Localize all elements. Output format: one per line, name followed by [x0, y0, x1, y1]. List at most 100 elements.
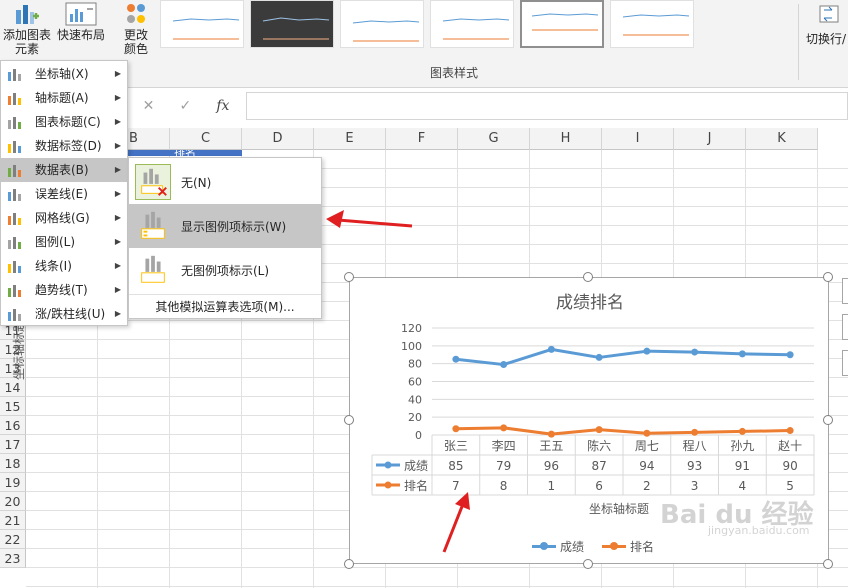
resize-handle[interactable]: [583, 559, 593, 569]
column-header[interactable]: D: [242, 128, 314, 150]
legend-item: 成绩: [532, 538, 584, 555]
formula-input[interactable]: [246, 92, 848, 120]
resize-handle[interactable]: [344, 272, 354, 282]
insert-function-icon[interactable]: fx: [216, 98, 229, 114]
data-table-value: 93: [687, 459, 702, 473]
chart-style-thumb[interactable]: [610, 0, 694, 48]
row-header[interactable]: 14: [0, 378, 26, 397]
y-axis-title[interactable]: 坐标轴标题: [10, 320, 27, 380]
data-table-legend-keys-icon: [141, 211, 165, 239]
resize-handle[interactable]: [583, 272, 593, 282]
chart-style-thumb[interactable]: [430, 0, 514, 48]
data-point: [738, 427, 746, 435]
trendline-icon: [8, 285, 21, 297]
gridlines-icon: [8, 213, 21, 225]
y-tick-label: 40: [408, 393, 422, 406]
x-axis-title[interactable]: 坐标轴标题: [589, 500, 649, 517]
data-point: [452, 425, 460, 433]
data-table-value: 5: [786, 479, 794, 493]
y-tick-label: 20: [408, 411, 422, 424]
menu-item-data-labels[interactable]: 数据标签(D) ▶: [1, 134, 127, 158]
chart-styles-button[interactable]: [842, 314, 848, 340]
chart-style-thumb[interactable]: [340, 0, 424, 48]
data-table-submenu: 无(N) 显示图例项标示(W) 无图例项标示(L) 其他模拟运算表选项(M)..…: [128, 157, 322, 319]
column-header[interactable]: H: [530, 128, 602, 150]
data-table-none-option[interactable]: 无(N): [129, 160, 321, 204]
chart-style-thumb[interactable]: [160, 0, 244, 48]
add-chart-element-button[interactable]: 添加图表 元素: [0, 0, 54, 60]
data-table-series-name: 排名: [404, 478, 428, 493]
resize-handle[interactable]: [823, 415, 833, 425]
cell-c-header[interactable]: 排名: [128, 150, 242, 156]
row-header[interactable]: 23: [0, 549, 26, 568]
submenu-arrow-icon: ▶: [114, 189, 121, 198]
row-header[interactable]: 19: [0, 473, 26, 492]
more-data-table-options[interactable]: 其他模拟运算表选项(M)...: [129, 294, 321, 318]
data-table-value: 85: [448, 459, 463, 473]
chart-filters-button[interactable]: [842, 350, 848, 376]
data-table-with-legend-keys-option[interactable]: 显示图例项标示(W): [129, 204, 321, 248]
data-point: [500, 361, 508, 369]
change-colors-button[interactable]: 更改 颜色: [114, 0, 158, 60]
add-chart-element-icon: [16, 5, 39, 24]
row-header[interactable]: 17: [0, 435, 26, 454]
chart-elements-button[interactable]: [842, 278, 848, 304]
data-point: [452, 355, 460, 363]
category-label: 李四: [492, 438, 516, 453]
row-header[interactable]: 18: [0, 454, 26, 473]
chart-style-thumb-selected[interactable]: [520, 0, 604, 48]
resize-handle[interactable]: [823, 272, 833, 282]
column-header[interactable]: G: [458, 128, 530, 150]
quick-layout-button[interactable]: 快速布局: [54, 0, 108, 60]
submenu-arrow-icon: ▶: [114, 93, 121, 102]
column-header[interactable]: I: [602, 128, 674, 150]
row-header[interactable]: 22: [0, 530, 26, 549]
menu-item-trendline[interactable]: 趋势线(T) ▶: [1, 278, 127, 302]
cancel-icon[interactable]: ✕: [143, 98, 155, 114]
menu-item-axes[interactable]: 坐标轴(X) ▶: [1, 62, 127, 86]
column-header[interactable]: J: [674, 128, 746, 150]
menu-item-axis-title[interactable]: 轴标题(A) ▶: [1, 86, 127, 110]
menu-item-data-table[interactable]: 数据表(B) ▶: [1, 158, 127, 182]
column-header[interactable]: E: [314, 128, 386, 150]
menu-item-lines[interactable]: 线条(I) ▶: [1, 254, 127, 278]
data-table-value: 96: [544, 459, 559, 473]
resize-handle[interactable]: [344, 559, 354, 569]
column-header[interactable]: F: [386, 128, 458, 150]
palette-icon: [127, 4, 145, 23]
data-point: [691, 348, 699, 356]
column-header[interactable]: K: [746, 128, 818, 150]
row-header[interactable]: 15: [0, 397, 26, 416]
switch-row-column-button[interactable]: 切换行/: [806, 0, 848, 60]
resize-handle[interactable]: [344, 415, 354, 425]
row-header[interactable]: 21: [0, 511, 26, 530]
data-point: [547, 345, 555, 353]
menu-item-up-down-bars[interactable]: 涨/跌柱线(U) ▶: [1, 302, 127, 326]
enter-icon[interactable]: ✓: [179, 98, 191, 114]
quick-layout-icon: [65, 2, 97, 26]
column-header[interactable]: C: [170, 128, 242, 150]
legend-icon: [8, 237, 21, 249]
data-table-value: 4: [739, 479, 747, 493]
chart-style-thumb[interactable]: [250, 0, 334, 48]
menu-item-legend[interactable]: 图例(L) ▶: [1, 230, 127, 254]
data-point: [595, 353, 603, 361]
data-table-no-legend-keys-option[interactable]: 无图例项标示(L): [129, 248, 321, 292]
data-table-value: 90: [782, 459, 797, 473]
row-header[interactable]: 16: [0, 416, 26, 435]
legend[interactable]: 成绩 排名: [532, 538, 654, 555]
data-point: [643, 347, 651, 355]
menu-item-chart-title[interactable]: 图表标题(C) ▶: [1, 110, 127, 134]
resize-handle[interactable]: [823, 559, 833, 569]
data-point: [500, 424, 508, 432]
formula-bar: ✕ ✓ fx: [130, 90, 848, 122]
data-table-value: 6: [595, 479, 603, 493]
category-label: 张三: [444, 439, 468, 453]
data-point: [786, 351, 794, 359]
menu-item-gridlines[interactable]: 网格线(G) ▶: [1, 206, 127, 230]
menu-item-error-bars[interactable]: 误差线(E) ▶: [1, 182, 127, 206]
watermark-url: jingyan.baidu.com: [708, 524, 810, 537]
category-label: 周七: [635, 439, 659, 453]
y-tick-label: 0: [415, 429, 422, 442]
row-header[interactable]: 20: [0, 492, 26, 511]
